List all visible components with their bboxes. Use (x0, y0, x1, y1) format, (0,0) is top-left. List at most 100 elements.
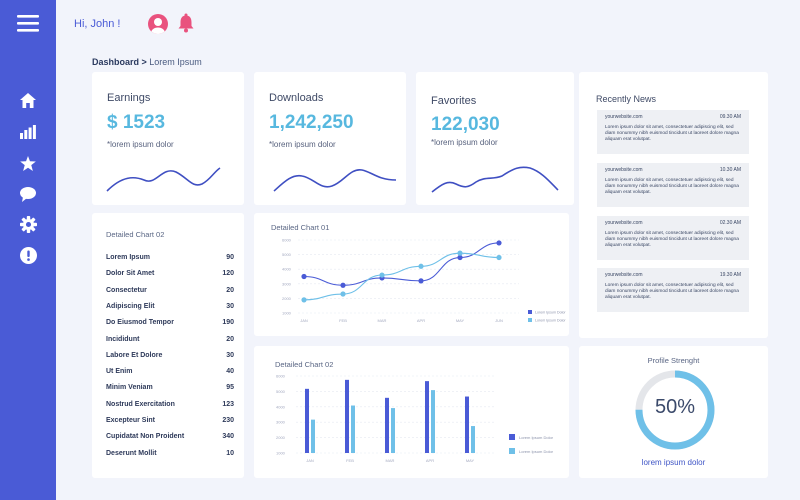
profile-percent: 50% (654, 396, 696, 418)
list-item-value: 340 (222, 433, 234, 441)
list-item[interactable]: Nostrud Exercitation 123 (106, 401, 234, 413)
news-item[interactable]: yourwebsite.com 19.30 AM Lorem ipsum dol… (597, 268, 749, 312)
data-point (418, 263, 424, 269)
list-item-value: 95 (226, 384, 234, 392)
breadcrumb-root[interactable]: Dashboard > (92, 57, 147, 67)
list-item-value: 20 (226, 286, 234, 294)
list-item[interactable]: Do Eiusmod Tempor 190 (106, 319, 234, 331)
y-tick-label: 3000 (282, 281, 292, 286)
list-item-label: Labore Et Dolore (106, 351, 163, 359)
list-item-value: 120 (222, 270, 234, 278)
list-item-label: Do Eiusmod Tempor (106, 319, 174, 327)
bar (351, 405, 355, 453)
profile-caption: lorem ipsum dolor (641, 458, 706, 467)
news-text: Lorem ipsum dolor sit amet, consectetuer… (605, 125, 739, 143)
list-item[interactable]: Minim Veniam 95 (106, 384, 234, 396)
stat-title: Favorites (431, 95, 477, 107)
news-item[interactable]: yourwebsite.com 10.30 AM Lorem ipsum dol… (597, 163, 749, 207)
home-icon[interactable] (0, 89, 56, 111)
data-point (457, 250, 463, 256)
y-tick-label: 1000 (282, 311, 292, 316)
list-item-label: Adipiscing Elit (106, 302, 155, 310)
list-item-value: 230 (222, 417, 234, 424)
legend-label: Lorem Ipsum Dolor (519, 449, 554, 454)
series-line (303, 242, 500, 286)
news-time: 19.30 AM (719, 272, 741, 278)
bar (425, 381, 429, 453)
list-item[interactable]: Cupidatat Non Proident 340 (106, 433, 234, 445)
chat-icon[interactable] (0, 183, 56, 205)
list-item-label: Ut Enim (106, 368, 133, 376)
detailed-list-card: Detailed Chart 02 Lorem Ipsum 90 Dolor Sit… (92, 213, 244, 478)
list-item[interactable]: Consectetur 20 (106, 287, 234, 299)
x-tick-label: JUN (495, 318, 503, 323)
news-text: Lorem ipsum dolor sit amet, consectetuer… (605, 178, 739, 196)
star-icon[interactable] (0, 152, 56, 174)
x-tick-label: MAR (386, 458, 395, 463)
line-chart-card: Detailed Chart 01 6000 5000 4000 3000 2000 10… (254, 213, 569, 336)
line-chart: 6000 5000 4000 3000 2000 1000 JAN FEB MAR APR MAY J… (282, 238, 566, 324)
bar (431, 390, 435, 453)
list-item[interactable]: Ut Enim 40 (106, 368, 234, 380)
list-item-value: 123 (222, 400, 234, 408)
stat-title: Downloads (269, 92, 324, 104)
menu-icon[interactable] (0, 12, 56, 34)
list-item[interactable]: Incididunt 20 (106, 336, 234, 348)
bar (345, 379, 349, 453)
data-point (301, 297, 307, 303)
y-tick-label: 3000 (276, 420, 286, 425)
list-item-value: 10 (226, 449, 234, 457)
stat-value: $ 1523 (107, 112, 166, 133)
news-item[interactable]: yourwebsite.com 09.30 AM Lorem ipsum dol… (597, 110, 749, 154)
list-item[interactable]: Labore Et Dolore 30 (106, 352, 234, 364)
news-item[interactable]: yourwebsite.com 02.30 AM Lorem ipsum dol… (597, 216, 749, 260)
recent-news-card: Recently News yourwebsite.com 09.30 AM L… (579, 72, 768, 338)
x-tick-label: MAY (456, 318, 465, 323)
list-item-value: 30 (226, 302, 234, 310)
data-point (418, 278, 424, 284)
list-item[interactable]: Dolor Sit Amet 120 (106, 270, 234, 282)
news-time: 10.30 AM (719, 167, 741, 173)
earnings-card: Earnings $ 1523 *lorem ipsum dolor (92, 72, 244, 205)
y-tick-label: 5000 (282, 252, 292, 257)
list-item-value: 20 (226, 335, 234, 343)
top-bar: Hi, John ! (56, 0, 800, 48)
avatar[interactable] (148, 14, 168, 34)
list-item-label: Nostrud Exercitation (106, 400, 175, 408)
y-tick-label: 6000 (276, 374, 286, 379)
x-tick-label: JAN (300, 318, 308, 323)
news-site: yourwebsite.com (605, 272, 643, 278)
bell-icon[interactable] (178, 13, 194, 38)
bar-chart-icon[interactable] (0, 121, 56, 143)
sparkline (106, 167, 221, 192)
stat-subtitle: *lorem ipsum dolor (431, 138, 498, 147)
x-tick-label: MAY (466, 458, 475, 463)
legend-label: Lorem Ipsum Dolor (519, 435, 554, 440)
alert-icon[interactable] (0, 244, 56, 266)
data-point (379, 272, 385, 278)
sidebar (0, 0, 56, 500)
legend-label: Lorem Ipsum Dolor (535, 311, 566, 315)
list-item[interactable]: Deserunt Mollit 10 (106, 450, 234, 462)
breadcrumb: Dashboard > Lorem Ipsum (92, 57, 202, 67)
bar (465, 396, 469, 453)
x-tick-label: MAR (378, 318, 387, 323)
legend-swatch (509, 448, 515, 454)
data-point (340, 282, 346, 288)
data-point (301, 273, 307, 280)
stat-subtitle: *lorem ipsum dolor (269, 140, 336, 149)
legend-swatch (528, 310, 532, 314)
list-item-value: 30 (226, 351, 234, 359)
news-title: Recently News (596, 94, 657, 104)
sparkline (273, 169, 397, 192)
list-item[interactable]: Adipiscing Elit 30 (106, 303, 234, 315)
news-site: yourwebsite.com (605, 220, 643, 226)
list-item[interactable]: Excepteur Sint 230 (106, 417, 234, 429)
downloads-card: Downloads 1,242,250 *lorem ipsum dolor (254, 72, 406, 205)
stat-subtitle: *lorem ipsum dolor (107, 140, 174, 149)
list-item-label: Incididunt (106, 335, 140, 343)
profile-strength-card: Profile Strenght 50% lorem ipsum dolor (579, 346, 768, 478)
gear-icon[interactable] (0, 213, 56, 235)
list-item[interactable]: Lorem Ipsum 90 (106, 254, 234, 266)
bar (311, 419, 315, 453)
